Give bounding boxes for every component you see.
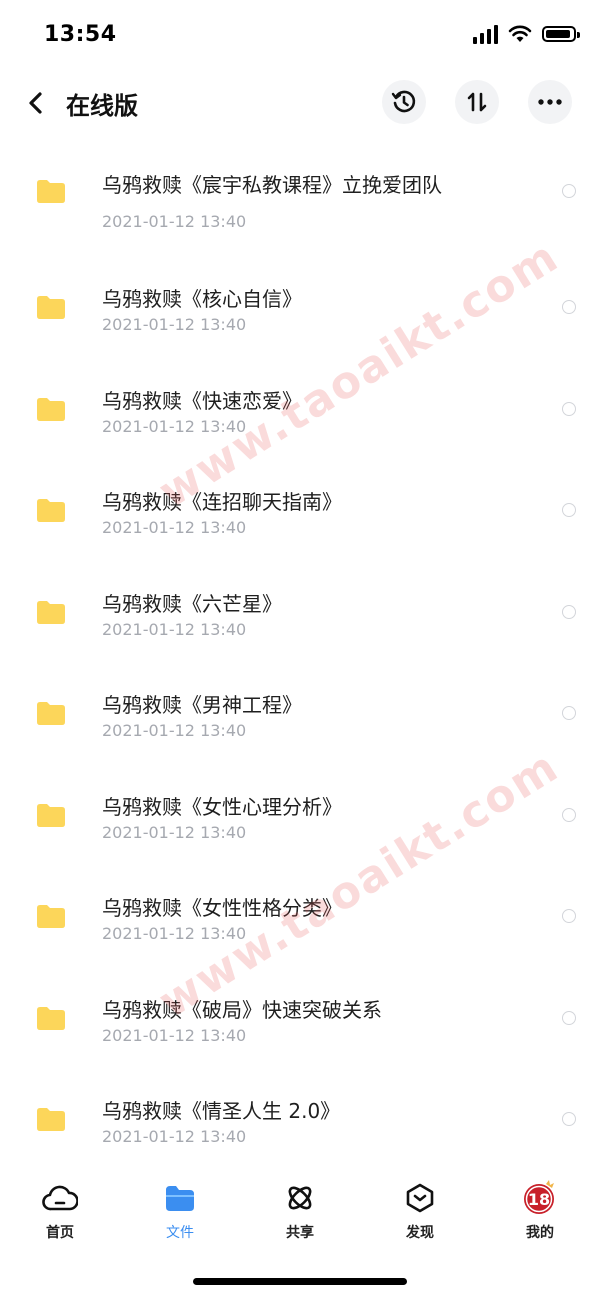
file-date: 2021-01-12 13:40 <box>102 619 247 639</box>
file-date: 2021-01-12 13:40 <box>102 315 247 334</box>
history-button[interactable] <box>382 80 426 124</box>
file-name: 乌鸦救赎《宸宇私教课程》立挽爱团队 <box>102 173 442 197</box>
folder-icon <box>37 905 65 928</box>
tab-share[interactable]: 共享 <box>240 1180 360 1250</box>
folder-icon <box>37 180 65 203</box>
file-name: 乌鸦救赎《女性性格分类》 <box>102 896 342 920</box>
status-time: 13:54 <box>44 22 117 47</box>
more-icon <box>538 99 562 105</box>
select-radio[interactable] <box>562 807 576 822</box>
folder-icon <box>37 1108 65 1131</box>
file-list: 乌鸦救赎《宸宇私教课程》立挽爱团队 2021-01-12 13:40 乌鸦救赎《… <box>0 128 600 1167</box>
list-item[interactable]: 乌鸦救赎《女性性格分类》 2021-01-12 13:40 <box>0 862 600 964</box>
list-item[interactable]: 乌鸦救赎《女性心理分析》 2021-01-12 13:40 <box>0 761 600 863</box>
folder-icon <box>37 499 65 522</box>
file-date: 2021-01-12 13:40 <box>102 822 247 842</box>
back-button[interactable] <box>22 86 52 120</box>
file-date: 2021-01-12 13:40 <box>102 1025 247 1045</box>
folder-icon <box>37 1006 65 1030</box>
select-radio[interactable] <box>562 1010 576 1025</box>
tab-discover[interactable]: 发现 <box>360 1180 480 1250</box>
atom-share-icon <box>288 1186 312 1210</box>
chevron-left-icon <box>29 92 42 114</box>
select-radio[interactable] <box>562 184 576 198</box>
list-item[interactable]: 乌鸦救赎《快速恋爱》 2021-01-12 13:40 <box>0 355 600 457</box>
tab-label: 首页 <box>46 1225 74 1241</box>
list-item[interactable]: 乌鸦救赎《宸宇私教课程》立挽爱团队 2021-01-12 13:40 <box>0 128 600 253</box>
nav-header: 在线版 <box>0 70 600 136</box>
file-name: 乌鸦救赎《核心自信》 <box>102 287 302 311</box>
folder-icon <box>37 397 65 421</box>
list-item[interactable]: 乌鸦救赎《男神工程》 2021-01-12 13:40 <box>0 659 600 761</box>
tab-files[interactable]: 文件 <box>120 1180 240 1250</box>
select-radio[interactable] <box>562 503 576 517</box>
battery-icon <box>542 26 580 42</box>
signal-icon <box>473 24 498 44</box>
tab-bar: 首页 文件 共享 发现 18 我的 <box>0 1180 600 1250</box>
select-radio[interactable] <box>562 300 576 314</box>
file-name: 乌鸦救赎《情圣人生 2.0》 <box>102 1099 341 1123</box>
file-date: 2021-01-12 13:40 <box>102 1127 247 1146</box>
select-radio[interactable] <box>562 909 576 923</box>
history-icon <box>391 90 416 113</box>
tab-home[interactable]: 首页 <box>0 1180 120 1250</box>
folder-icon <box>37 702 65 725</box>
file-date: 2021-01-12 13:40 <box>102 518 247 537</box>
file-date: 2021-01-12 13:40 <box>102 721 247 740</box>
folder-icon <box>166 1186 194 1211</box>
select-radio[interactable] <box>562 1112 576 1126</box>
sort-icon <box>467 92 487 112</box>
list-item[interactable]: 乌鸦救赎《六芒星》 2021-01-12 13:40 <box>0 558 600 660</box>
wifi-icon <box>508 25 532 42</box>
tab-label: 发现 <box>406 1225 434 1241</box>
file-name: 乌鸦救赎《女性心理分析》 <box>102 794 342 819</box>
status-icons <box>473 24 580 44</box>
file-date: 2021-01-12 13:40 <box>102 416 247 436</box>
list-item[interactable]: 乌鸦救赎《破局》快速突破关系 2021-01-12 13:40 <box>0 964 600 1066</box>
select-radio[interactable] <box>562 401 576 416</box>
hexagon-discover-icon <box>406 1183 434 1213</box>
file-name: 乌鸦救赎《六芒星》 <box>102 591 282 616</box>
tab-label: 我的 <box>526 1225 554 1241</box>
file-name: 乌鸦救赎《连招聊天指南》 <box>102 490 342 514</box>
home-indicator <box>193 1278 407 1285</box>
tab-label: 共享 <box>286 1225 314 1241</box>
cloud-home-icon <box>42 1185 78 1211</box>
select-radio[interactable] <box>562 604 576 619</box>
list-item[interactable]: 乌鸦救赎《连招聊天指南》 2021-01-12 13:40 <box>0 456 600 558</box>
status-bar: 13:54 <box>0 0 600 70</box>
avatar-text: 18 <box>528 1190 550 1209</box>
folder-icon <box>37 296 65 319</box>
select-radio[interactable] <box>562 706 576 720</box>
file-name: 乌鸦救赎《破局》快速突破关系 <box>102 997 382 1022</box>
folder-icon <box>37 803 65 827</box>
file-date: 2021-01-12 13:40 <box>102 212 247 231</box>
avatar-icon: 18 <box>524 1180 554 1214</box>
file-name: 乌鸦救赎《男神工程》 <box>102 693 302 717</box>
list-item[interactable]: 乌鸦救赎《情圣人生 2.0》 2021-01-12 13:40 <box>0 1065 600 1167</box>
sort-button[interactable] <box>455 80 499 124</box>
folder-icon <box>37 600 65 624</box>
file-date: 2021-01-12 13:40 <box>102 924 247 943</box>
list-item[interactable]: 乌鸦救赎《核心自信》 2021-01-12 13:40 <box>0 253 600 355</box>
tab-me[interactable]: 18 我的 <box>480 1180 600 1250</box>
file-name: 乌鸦救赎《快速恋爱》 <box>102 388 302 413</box>
page-title: 在线版 <box>66 92 138 120</box>
more-button[interactable] <box>528 80 572 124</box>
tab-label: 文件 <box>166 1225 194 1241</box>
